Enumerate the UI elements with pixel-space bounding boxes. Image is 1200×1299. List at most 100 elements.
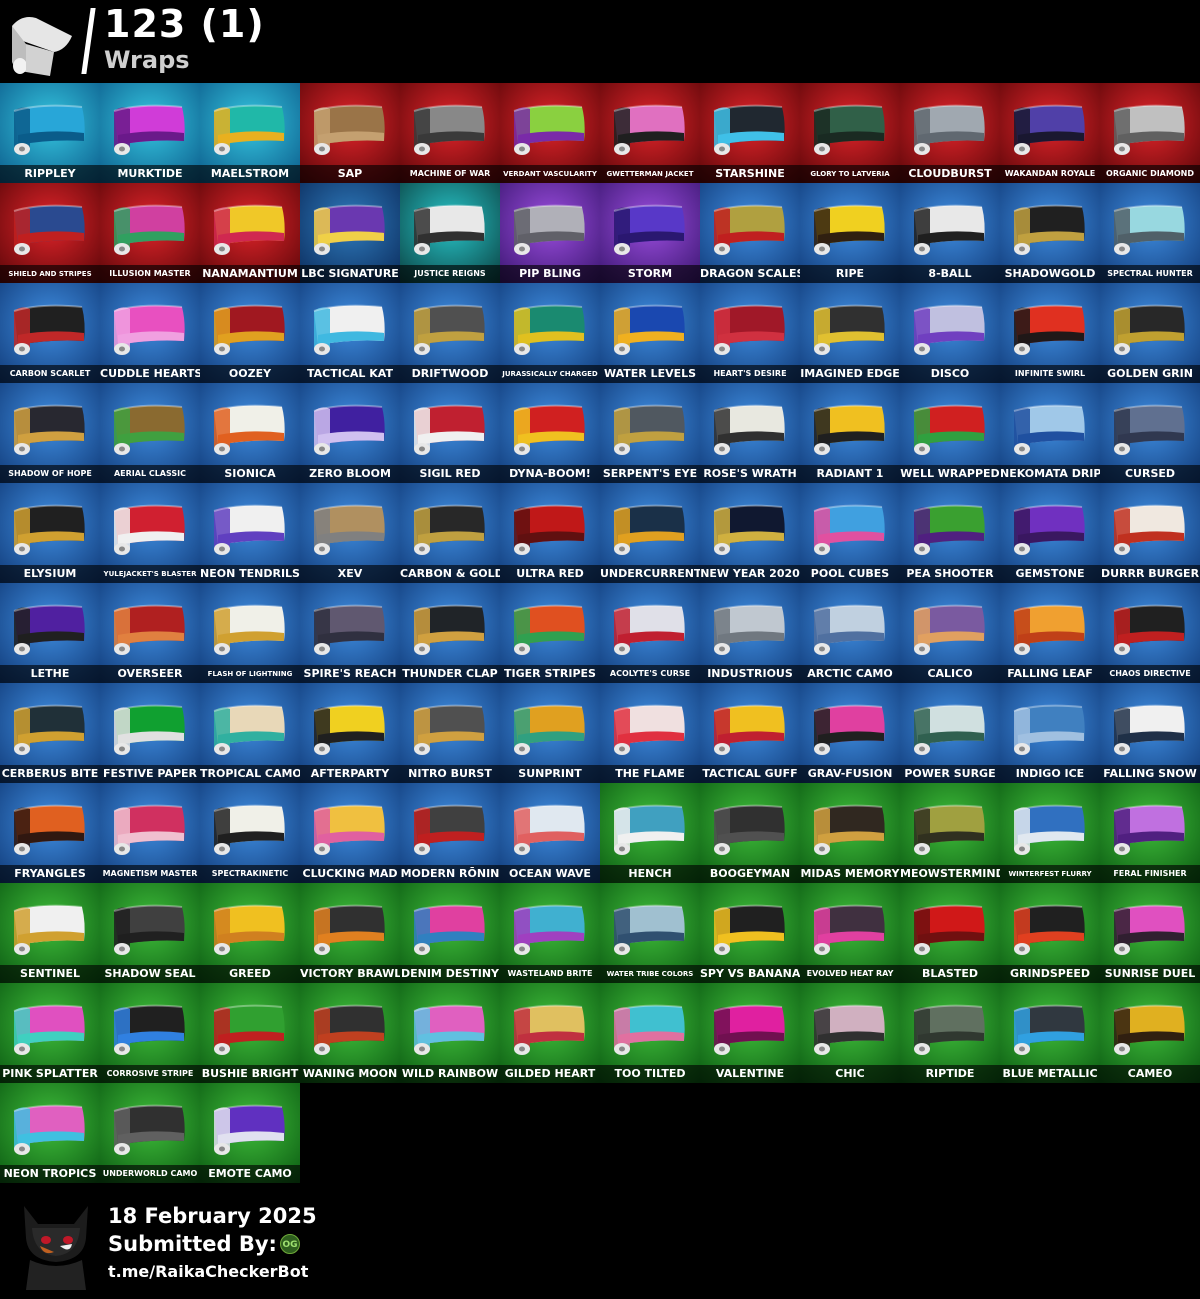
wrap-tile: XEV: [300, 483, 400, 583]
bot-link[interactable]: t.me/RaikaCheckerBot: [108, 1262, 308, 1281]
wrap-name: UNDERWORLD CAMO: [100, 1165, 200, 1183]
wrap-name: TROPICAL CAMO: [200, 765, 300, 783]
wrap-name: CHAOS DIRECTIVE: [1100, 665, 1200, 683]
wrap-name: CHIC: [800, 1065, 900, 1083]
wrap-preview-icon: [713, 304, 785, 355]
wrap-name: MEOWSTERMIND: [900, 865, 1000, 883]
wrap-tile: INDUSTRIOUS: [700, 583, 800, 683]
wrap-tile: MAGNETISM MASTER: [100, 783, 200, 883]
wrap-tile: CURSED: [1100, 383, 1200, 483]
wrap-preview-icon: [313, 804, 385, 855]
wrap-preview-icon: [113, 104, 185, 155]
wrap-preview-icon: [713, 704, 785, 755]
wrap-preview-icon: [813, 404, 885, 455]
wrap-tile: CLUCKING MAD: [300, 783, 400, 883]
wrap-preview-icon: [613, 404, 685, 455]
wrap-preview-icon: [113, 704, 185, 755]
wrap-preview-icon: [613, 704, 685, 755]
wrap-category-icon: [12, 17, 72, 76]
wrap-tile: NEW YEAR 2020: [700, 483, 800, 583]
wrap-name: THUNDER CLAP: [400, 665, 500, 683]
wrap-tile: THE FLAME: [600, 683, 700, 783]
wrap-tile: WELL WRAPPED: [900, 383, 1000, 483]
wrap-name: WANING MOON: [300, 1065, 400, 1083]
wrap-tile: OVERSEER: [100, 583, 200, 683]
wrap-preview-icon: [913, 304, 985, 355]
wrap-name: WILD RAINBOW: [400, 1065, 500, 1083]
wrap-preview-icon: [13, 204, 85, 255]
wrap-tile: CERBERUS BITE: [0, 683, 100, 783]
wrap-preview-icon: [113, 1004, 185, 1055]
wrap-name: NITRO BURST: [400, 765, 500, 783]
wrap-tile: UNDERCURRENT: [600, 483, 700, 583]
wrap-name: CLOUDBURST: [900, 165, 1000, 183]
wrap-name: WASTELAND BRITE: [500, 965, 600, 983]
wrap-preview-icon: [513, 604, 585, 655]
wrap-tile: NEON TENDRILS: [200, 483, 300, 583]
wrap-name: EVOLVED HEAT RAY: [800, 965, 900, 983]
wrap-tile: FESTIVE PAPER: [100, 683, 200, 783]
wrap-tile: STARSHINE: [700, 83, 800, 183]
wrap-preview-icon: [113, 1104, 185, 1155]
wrap-preview-icon: [213, 304, 285, 355]
wrap-preview-icon: [713, 904, 785, 955]
wrap-tile: VICTORY BRAWL: [300, 883, 400, 983]
wrap-preview-icon: [313, 304, 385, 355]
wrap-name: ACOLYTE'S CURSE: [600, 665, 700, 683]
wrap-preview-icon: [413, 1004, 485, 1055]
wrap-preview-icon: [613, 204, 685, 255]
wrap-tile: BLUE METALLIC: [1000, 983, 1100, 1083]
wrap-name: FERAL FINISHER: [1100, 865, 1200, 883]
wrap-preview-icon: [813, 1004, 885, 1055]
wrap-preview-icon: [1013, 204, 1085, 255]
wrap-name: ELYSIUM: [0, 565, 100, 583]
wrap-name: XEV: [300, 565, 400, 583]
wrap-tile: ARCTIC CAMO: [800, 583, 900, 683]
wrap-preview-icon: [613, 904, 685, 955]
wrap-name: BLASTED: [900, 965, 1000, 983]
wrap-tile: ULTRA RED: [500, 483, 600, 583]
wrap-preview-icon: [1113, 1004, 1185, 1055]
submitted-by-label: Submitted By:: [108, 1232, 277, 1256]
wrap-preview-icon: [1013, 704, 1085, 755]
wrap-name: VALENTINE: [700, 1065, 800, 1083]
wrap-name: ULTRA RED: [500, 565, 600, 583]
wrap-preview-icon: [813, 904, 885, 955]
wrap-name: FESTIVE PAPER: [100, 765, 200, 783]
wrap-name: GRINDSPEED: [1000, 965, 1100, 983]
wrap-tile: THUNDER CLAP: [400, 583, 500, 683]
wrap-tile: NITRO BURST: [400, 683, 500, 783]
wrap-name: SIONICA: [200, 465, 300, 483]
wrap-preview-icon: [213, 704, 285, 755]
wrap-preview-icon: [313, 1004, 385, 1055]
wrap-name: BOOGEYMAN: [700, 865, 800, 883]
wrap-name: RIPPLEY: [0, 165, 100, 183]
wrap-name: STARSHINE: [700, 165, 800, 183]
wrap-name: HENCH: [600, 865, 700, 883]
wrap-name: FALLING SNOW: [1100, 765, 1200, 783]
wrap-preview-icon: [713, 204, 785, 255]
wrap-tile: CALICO: [900, 583, 1000, 683]
wrap-tile: UNDERWORLD CAMO: [100, 1083, 200, 1183]
wrap-tile: WANING MOON: [300, 983, 400, 1083]
wrap-preview-icon: [113, 404, 185, 455]
wrap-preview-icon: [513, 704, 585, 755]
wrap-tile: GWETTERMAN JACKET: [600, 83, 700, 183]
wrap-preview-icon: [813, 804, 885, 855]
wrap-name: THE FLAME: [600, 765, 700, 783]
wrap-preview-icon: [13, 404, 85, 455]
wrap-tile: CUDDLE HEARTS: [100, 283, 200, 383]
wrap-tile: LETHE: [0, 583, 100, 683]
wrap-name: POWER SURGE: [900, 765, 1000, 783]
wrap-preview-icon: [1113, 504, 1185, 555]
wrap-name: NANAMANTIUM: [200, 265, 300, 283]
wrap-name: MAGNETISM MASTER: [100, 865, 200, 883]
wrap-preview-icon: [413, 404, 485, 455]
wrap-tile: LBC SIGNATURE: [300, 183, 400, 283]
wrap-preview-icon: [513, 904, 585, 955]
wrap-tile: NEKOMATA DRIP: [1000, 383, 1100, 483]
wrap-name: CALICO: [900, 665, 1000, 683]
wrap-tile: VERDANT VASCULARITY: [500, 83, 600, 183]
wrap-name: RIPE: [800, 265, 900, 283]
wrap-preview-icon: [413, 604, 485, 655]
